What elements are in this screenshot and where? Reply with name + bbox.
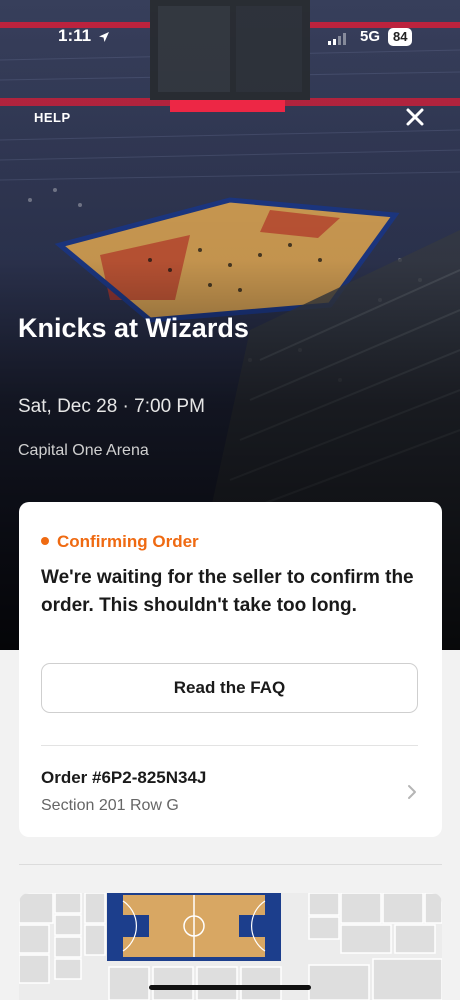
- read-faq-button[interactable]: Read the FAQ: [41, 663, 418, 713]
- order-status-message: We're waiting for the seller to confirm …: [41, 567, 414, 616]
- order-details-row[interactable]: Order #6P2-825N34J Section 201 Row G: [19, 746, 442, 834]
- order-number: Order #6P2-825N34J: [41, 768, 207, 787]
- event-title: Knicks at Wizards: [18, 313, 249, 343]
- status-bar: 1:11 5G 84: [0, 26, 460, 52]
- battery-indicator: 84: [388, 28, 413, 46]
- location-arrow-icon: [98, 30, 110, 48]
- close-icon: [406, 108, 424, 126]
- seat-map-image: [19, 893, 442, 1000]
- order-seat-location: Section 201 Row G: [41, 797, 179, 814]
- network-type: 5G: [360, 28, 381, 45]
- chevron-right-icon: [407, 784, 417, 805]
- help-link[interactable]: HELP: [34, 110, 71, 125]
- status-dot-icon: [41, 536, 49, 545]
- status-time: 1:11: [58, 26, 92, 45]
- home-indicator[interactable]: [149, 985, 311, 990]
- order-status-card: Confirming Order We're waiting for the s…: [19, 502, 442, 837]
- event-date: Sat, Dec 28 · 7:00 PM: [18, 396, 205, 417]
- event-venue: Capital One Arena: [18, 442, 149, 459]
- section-divider: [19, 864, 442, 865]
- order-status-label: Confirming Order: [41, 532, 199, 552]
- close-button[interactable]: [404, 106, 426, 128]
- cellular-signal-icon: [328, 32, 348, 50]
- seat-map[interactable]: [19, 893, 442, 1000]
- status-label-text: Confirming Order: [57, 532, 199, 551]
